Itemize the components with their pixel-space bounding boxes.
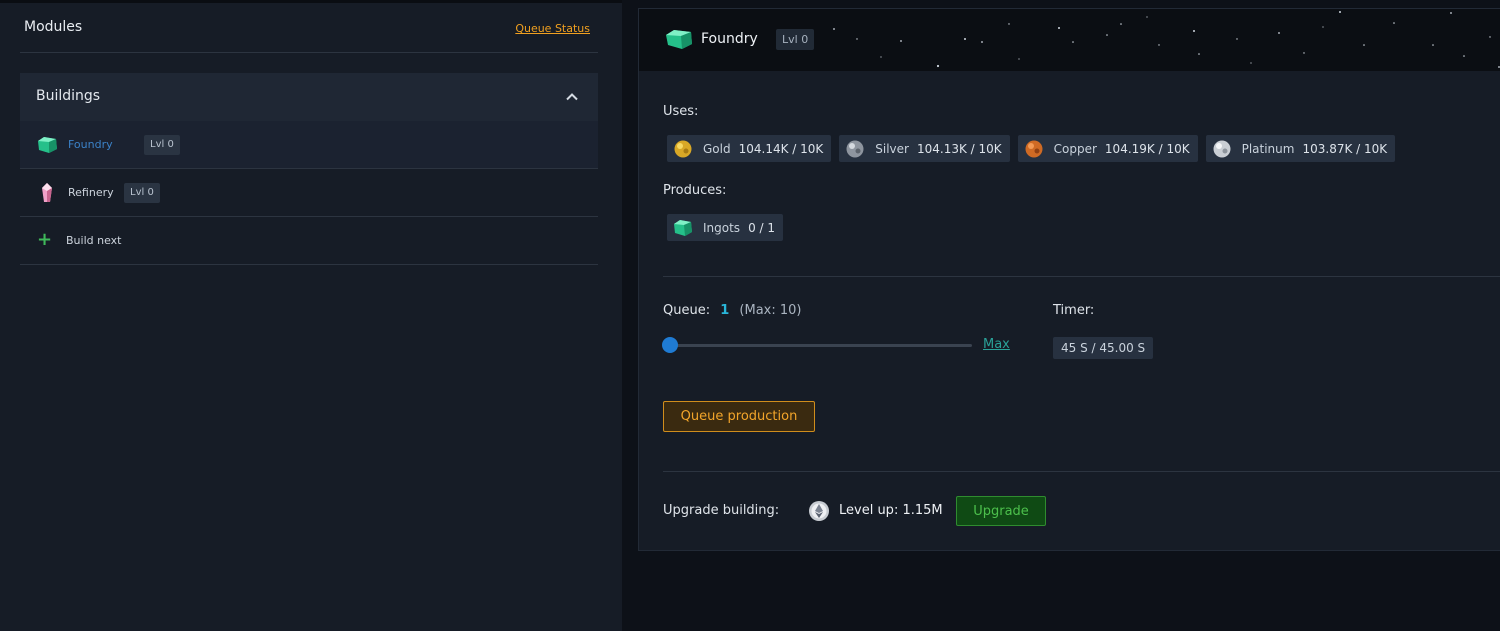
green-gem-icon	[38, 137, 57, 153]
resource-name: Platinum	[1241, 141, 1295, 156]
build-next-button[interactable]: + Build next	[20, 217, 598, 265]
level-badge: Lvl 0	[144, 135, 180, 155]
resource-chip-ingots: Ingots 0 / 1	[667, 214, 784, 241]
produces-list: Ingots 0 / 1	[667, 214, 784, 241]
platinum-ore-icon	[1213, 140, 1231, 157]
building-title: Foundry	[701, 31, 758, 47]
queue-slider-track[interactable]	[670, 344, 972, 347]
upgrade-button[interactable]: Upgrade	[956, 496, 1046, 526]
queue-max: (Max: 10)	[739, 303, 802, 318]
produces-label: Produces:	[663, 183, 727, 198]
resource-name: Gold	[703, 141, 731, 156]
resource-chip-copper: Copper 104.19K / 10K	[1017, 135, 1198, 162]
plus-icon: +	[37, 229, 53, 250]
copper-ore-icon	[1025, 140, 1043, 157]
building-detail-panel: Foundry Lvl 0 Uses: Gold 104.14K / 10K S…	[638, 8, 1500, 551]
resource-name: Ingots	[703, 220, 741, 235]
level-badge: Lvl 0	[124, 183, 160, 203]
max-link[interactable]: Max	[983, 337, 1010, 352]
queue-info: Queue: 1 (Max: 10)	[663, 303, 802, 318]
modules-panel: Modules Queue Status Buildings Foundry L…	[0, 0, 622, 631]
resource-amount: 104.14K / 10K	[738, 141, 824, 156]
resource-amount: 104.19K / 10K	[1104, 141, 1190, 156]
resource-amount: 0 / 1	[748, 220, 776, 235]
buildings-section: Buildings Foundry Lvl 0 Refinery Lvl 0 +…	[20, 73, 598, 265]
resource-chip-gold: Gold 104.14K / 10K	[667, 135, 832, 162]
level-up-cost: Level up: 1.15M	[839, 503, 943, 518]
resource-amount: 104.13K / 10K	[916, 141, 1002, 156]
sidebar-item-foundry[interactable]: Foundry Lvl 0	[20, 121, 598, 169]
buildings-accordion-header[interactable]: Buildings	[20, 73, 598, 121]
sidebar-item-refinery[interactable]: Refinery Lvl 0	[20, 169, 598, 217]
resource-chip-platinum: Platinum 103.87K / 10K	[1205, 135, 1396, 162]
starfield-background	[833, 11, 1500, 68]
ingot-gem-icon	[674, 219, 692, 236]
modules-title: Modules	[24, 19, 83, 35]
green-gem-icon	[666, 30, 692, 49]
gold-ore-icon	[674, 140, 692, 157]
resource-chip-silver: Silver 104.13K / 10K	[839, 135, 1010, 162]
build-next-label: Build next	[66, 234, 122, 247]
timer-label: Timer:	[1053, 303, 1095, 318]
resource-amount: 103.87K / 10K	[1302, 141, 1388, 156]
level-badge: Lvl 0	[776, 29, 815, 50]
divider	[663, 471, 1500, 472]
upgrade-label: Upgrade building:	[663, 503, 780, 518]
uses-label: Uses:	[663, 104, 699, 119]
detail-header: Foundry Lvl 0	[639, 9, 1500, 71]
queue-status-link[interactable]: Queue Status	[515, 22, 590, 35]
sidebar-item-label: Foundry	[68, 138, 113, 151]
queue-production-button[interactable]: Queue production	[663, 401, 815, 432]
queue-label: Queue:	[663, 303, 711, 318]
pink-crystal-icon	[42, 183, 52, 202]
sidebar-item-label: Refinery	[68, 186, 114, 199]
buildings-title: Buildings	[36, 88, 101, 104]
uses-list: Gold 104.14K / 10K Silver 104.13K / 10K …	[667, 135, 1396, 162]
timer-value: 45 S / 45.00 S	[1053, 337, 1154, 359]
queue-slider-thumb[interactable]	[662, 337, 678, 353]
resource-name: Copper	[1053, 141, 1097, 156]
modules-header: Modules Queue Status	[20, 3, 598, 53]
currency-coin-icon	[809, 501, 829, 521]
chevron-up-icon	[566, 93, 578, 101]
resource-name: Silver	[875, 141, 909, 156]
silver-ore-icon	[846, 140, 864, 157]
divider	[663, 276, 1500, 277]
queue-count: 1	[720, 303, 730, 318]
